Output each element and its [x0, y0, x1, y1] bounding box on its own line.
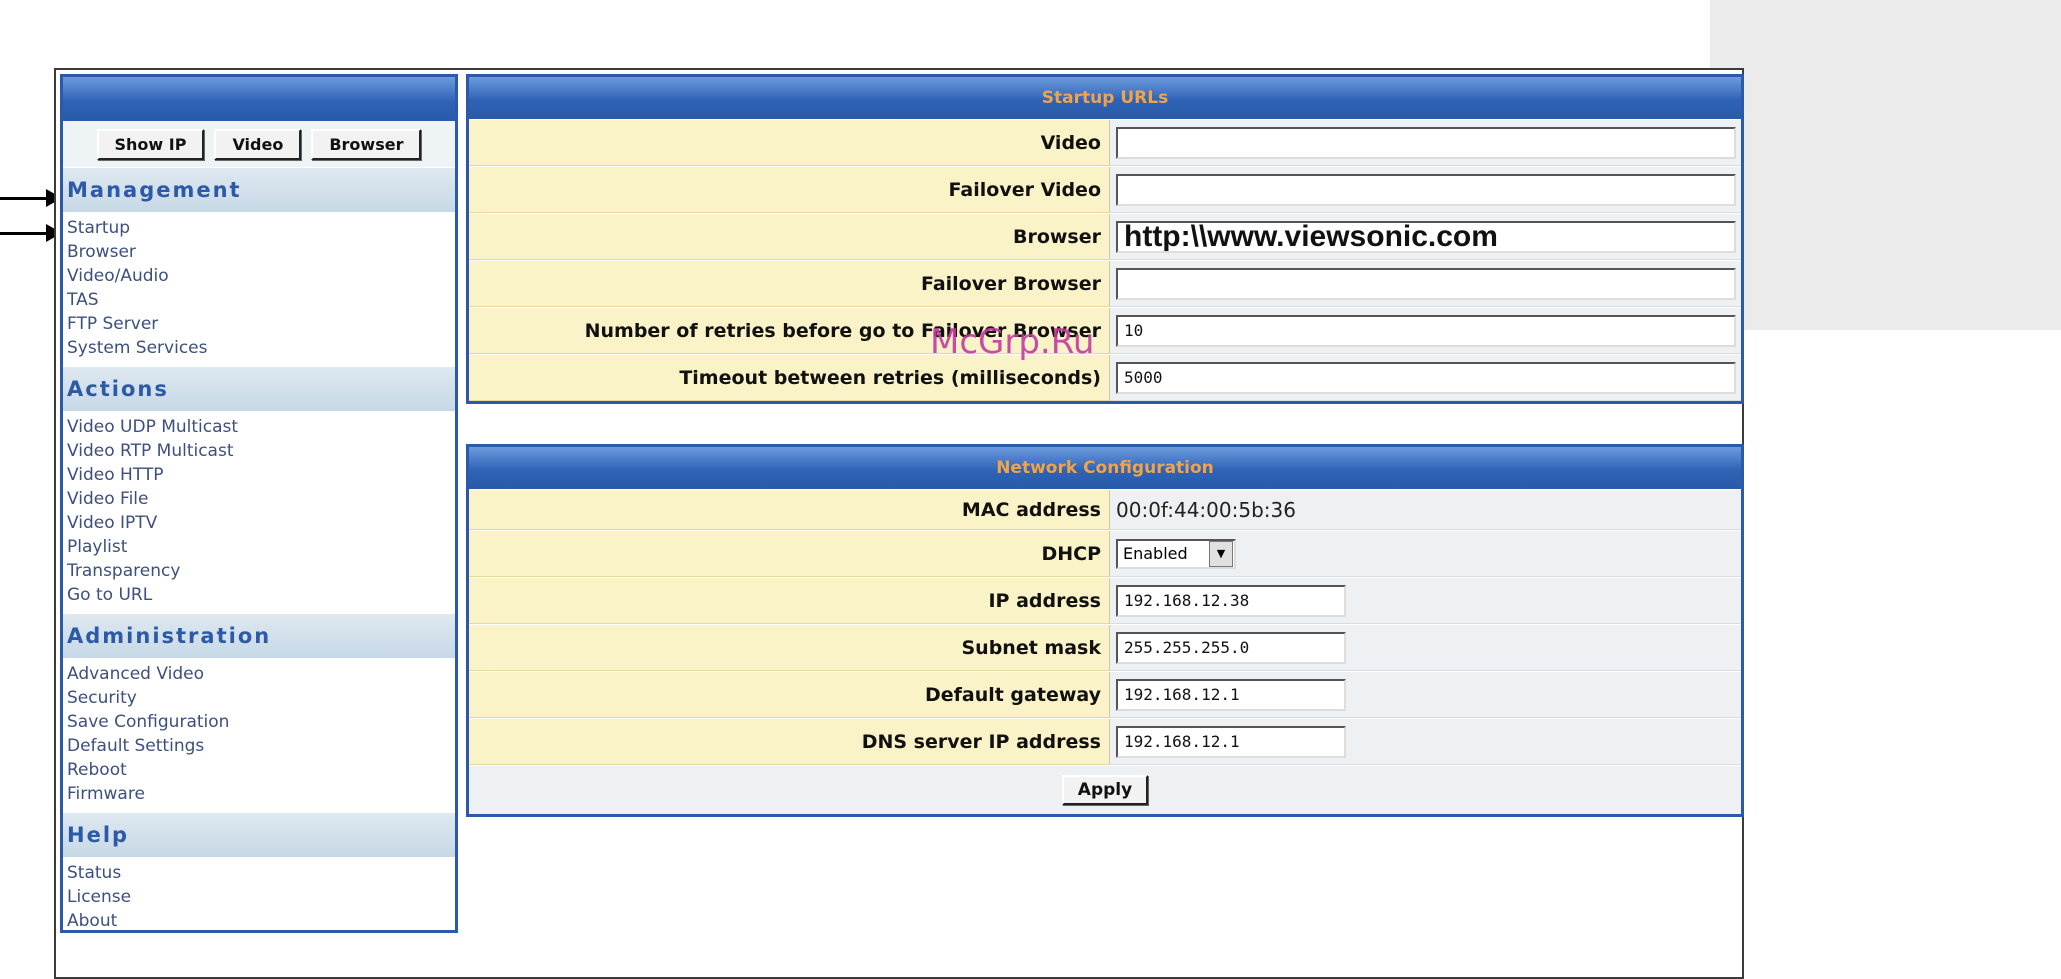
- section-help: Help: [63, 812, 455, 857]
- sidebar-item-advanced-video[interactable]: Advanced Video: [67, 662, 455, 686]
- arrow-pointer-management: [0, 189, 62, 207]
- sidebar-item-video-iptv[interactable]: Video IPTV: [67, 511, 455, 535]
- failover-browser-label: Failover Browser: [469, 261, 1110, 307]
- video-url-label: Video: [469, 120, 1110, 166]
- sidebar-item-video-http[interactable]: Video HTTP: [67, 463, 455, 487]
- form-row: Browser: [469, 213, 1741, 260]
- sidebar-item-ftp-server[interactable]: FTP Server: [67, 312, 455, 336]
- sidebar-item-firmware[interactable]: Firmware: [67, 782, 455, 806]
- form-row: Failover Video: [469, 166, 1741, 213]
- form-row: IP address: [469, 577, 1741, 624]
- sidebar-item-about[interactable]: About: [67, 909, 455, 933]
- subnet-mask-input[interactable]: [1116, 631, 1346, 664]
- form-row: Timeout between retries (milliseconds): [469, 354, 1741, 401]
- form-row: Number of retries before go to Failover …: [469, 307, 1741, 354]
- retries-input[interactable]: [1116, 314, 1736, 347]
- ip-address-input[interactable]: [1116, 584, 1346, 617]
- failover-video-input[interactable]: [1116, 173, 1736, 206]
- browser-url-input[interactable]: [1116, 220, 1736, 253]
- timeout-input[interactable]: [1116, 361, 1736, 394]
- apply-row: Apply: [469, 765, 1741, 814]
- subnet-mask-label: Subnet mask: [469, 625, 1110, 671]
- sidebar-item-save-configuration[interactable]: Save Configuration: [67, 710, 455, 734]
- browser-frame: Show IP Video Browser Management Startup…: [54, 68, 1744, 979]
- form-row: DHCP Enabled ▼: [469, 530, 1741, 577]
- sidebar-header: [63, 77, 455, 121]
- sidebar-item-tas[interactable]: TAS: [67, 288, 455, 312]
- browser-url-label: Browser: [469, 214, 1110, 260]
- browser-button[interactable]: Browser: [311, 128, 422, 160]
- chevron-down-icon[interactable]: ▼: [1209, 540, 1233, 567]
- sidebar-item-transparency[interactable]: Transparency: [67, 559, 455, 583]
- form-row: Failover Browser: [469, 260, 1741, 307]
- default-gateway-label: Default gateway: [469, 672, 1110, 718]
- sidebar-item-video-audio[interactable]: Video/Audio: [67, 264, 455, 288]
- mac-address-label: MAC address: [469, 490, 1110, 530]
- form-row: Subnet mask: [469, 624, 1741, 671]
- sidebar-item-video-file[interactable]: Video File: [67, 487, 455, 511]
- sidebar-item-default-settings[interactable]: Default Settings: [67, 734, 455, 758]
- section-administration: Administration: [63, 613, 455, 658]
- dhcp-label: DHCP: [469, 531, 1110, 577]
- dns-server-label: DNS server IP address: [469, 719, 1110, 765]
- watermark-text: McGrp.Ru: [930, 322, 1095, 362]
- sidebar-item-playlist[interactable]: Playlist: [67, 535, 455, 559]
- sidebar-item-license[interactable]: License: [67, 885, 455, 909]
- apply-button[interactable]: Apply: [1061, 775, 1149, 805]
- failover-video-label: Failover Video: [469, 167, 1110, 213]
- form-row: Default gateway: [469, 671, 1741, 718]
- sidebar: Show IP Video Browser Management Startup…: [60, 74, 458, 933]
- dns-server-input[interactable]: [1116, 725, 1346, 758]
- section-actions: Actions: [63, 366, 455, 411]
- ip-address-label: IP address: [469, 578, 1110, 624]
- video-url-input[interactable]: [1116, 126, 1736, 159]
- startup-urls-panel: Startup URLs Video Failover Video Browse…: [466, 74, 1744, 404]
- network-config-panel: Network Configuration MAC address 00:0f:…: [466, 444, 1744, 817]
- side-gray-panel: [1710, 0, 2061, 330]
- sidebar-item-go-to-url[interactable]: Go to URL: [67, 583, 455, 607]
- sidebar-item-system-services[interactable]: System Services: [67, 336, 455, 360]
- dhcp-selected-value: Enabled: [1123, 544, 1188, 563]
- sidebar-item-video-rtp-multicast[interactable]: Video RTP Multicast: [67, 439, 455, 463]
- form-row: DNS server IP address: [469, 718, 1741, 765]
- section-management: Management: [63, 167, 455, 212]
- mac-address-value: 00:0f:44:00:5b:36: [1116, 497, 1296, 522]
- form-row: MAC address 00:0f:44:00:5b:36: [469, 489, 1741, 530]
- sidebar-item-reboot[interactable]: Reboot: [67, 758, 455, 782]
- quick-buttons: Show IP Video Browser: [63, 121, 455, 167]
- sidebar-item-status[interactable]: Status: [67, 861, 455, 885]
- video-button[interactable]: Video: [214, 128, 302, 160]
- default-gateway-input[interactable]: [1116, 678, 1346, 711]
- dhcp-select[interactable]: Enabled ▼: [1116, 538, 1236, 569]
- sidebar-item-video-udp-multicast[interactable]: Video UDP Multicast: [67, 415, 455, 439]
- arrow-pointer-startup: [0, 224, 62, 242]
- sidebar-item-security[interactable]: Security: [67, 686, 455, 710]
- startup-urls-title: Startup URLs: [469, 77, 1741, 119]
- network-config-title: Network Configuration: [469, 447, 1741, 489]
- show-ip-button[interactable]: Show IP: [96, 128, 205, 160]
- sidebar-item-startup[interactable]: Startup: [67, 216, 455, 240]
- sidebar-item-browser[interactable]: Browser: [67, 240, 455, 264]
- form-row: Video: [469, 119, 1741, 166]
- failover-browser-input[interactable]: [1116, 267, 1736, 300]
